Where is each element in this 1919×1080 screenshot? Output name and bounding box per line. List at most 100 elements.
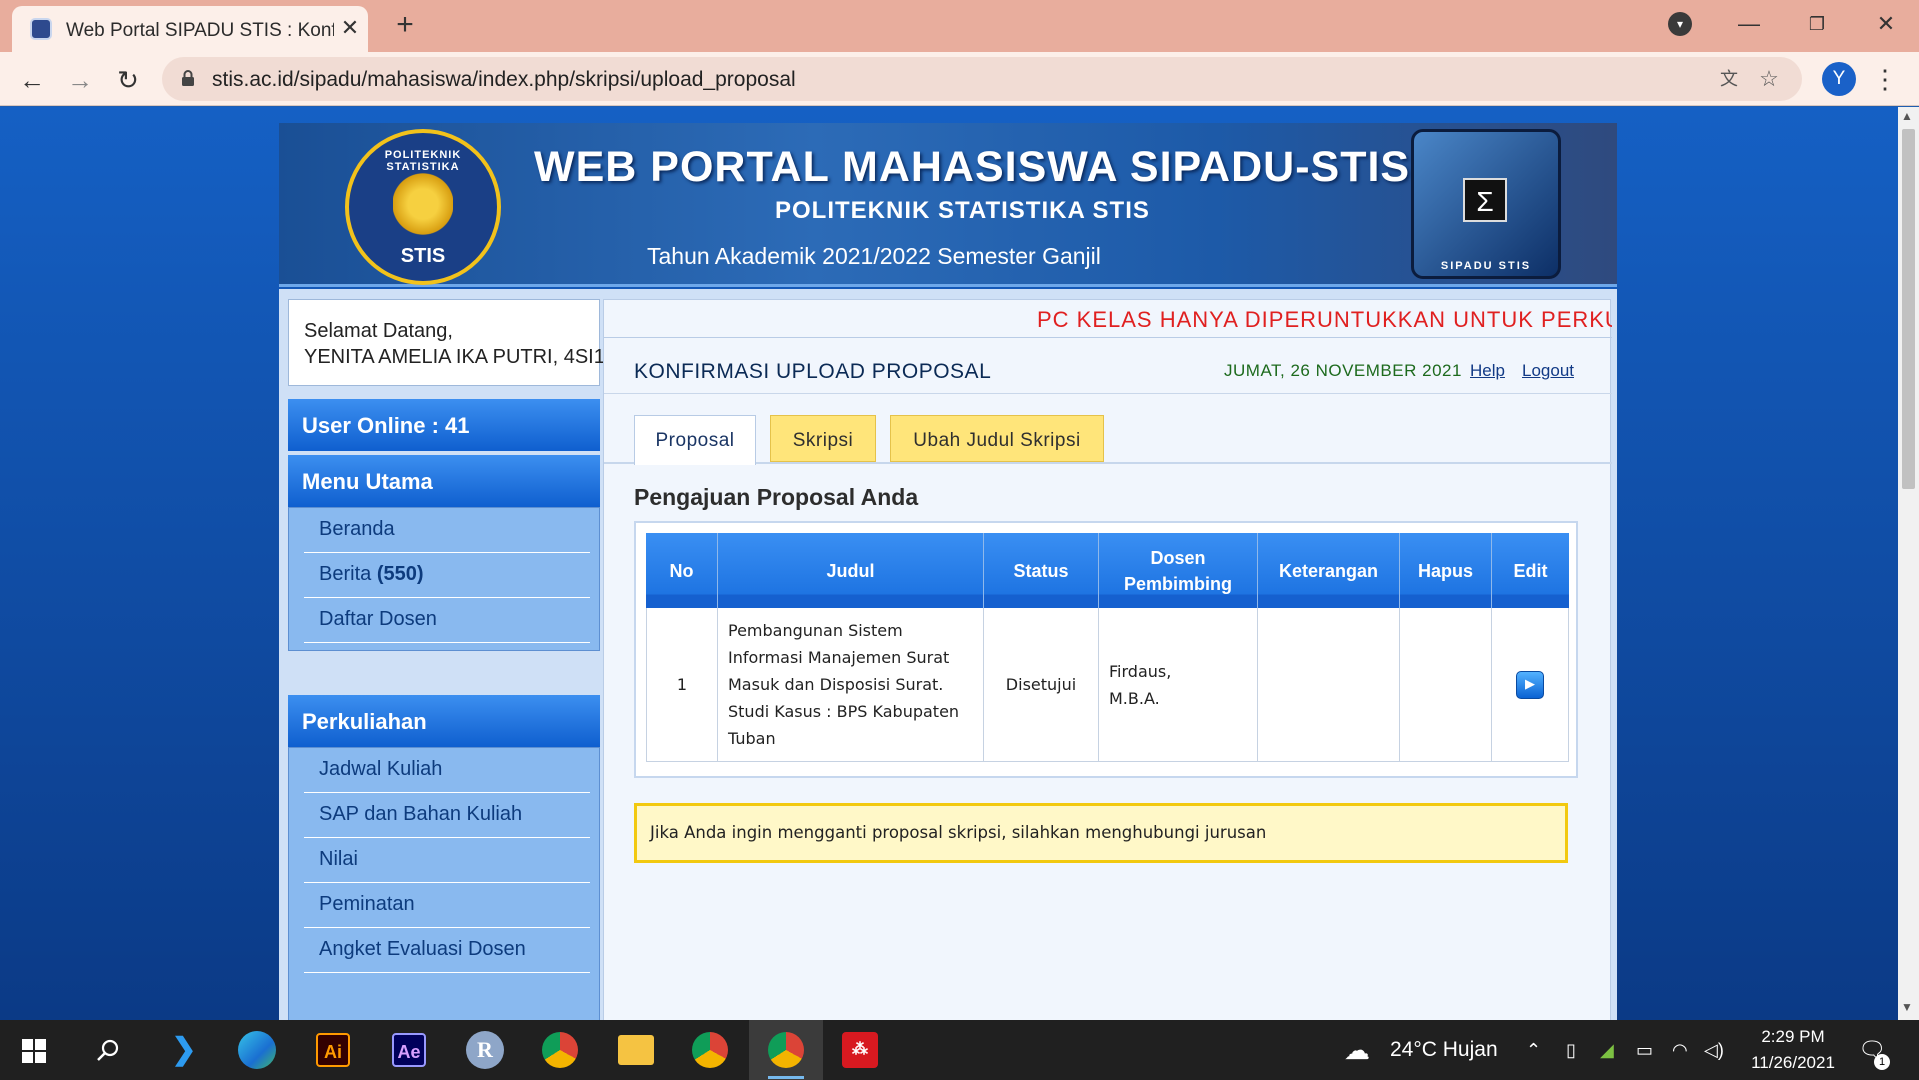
sipadu-favicon-icon <box>30 18 52 40</box>
logout-link[interactable]: Logout <box>1522 361 1574 381</box>
forward-arrow-icon[interactable]: → <box>64 64 96 96</box>
scroll-up-arrow-icon[interactable]: ▲ <box>1901 109 1913 123</box>
menu-utama-header: Menu Utama <box>288 455 600 507</box>
sidebar-item-label: Angket Evaluasi Dosen <box>319 938 526 960</box>
profile-avatar[interactable]: Y <box>1822 62 1856 96</box>
col-header-judul: Judul <box>718 533 984 608</box>
chrome-profile-icon[interactable] <box>692 1032 728 1068</box>
restore-icon[interactable]: ❐ <box>1797 8 1837 40</box>
chrome-icon[interactable] <box>542 1032 578 1068</box>
sidebar-item-daftar-dosen[interactable]: Daftar Dosen <box>304 598 590 643</box>
new-tab-button[interactable]: + <box>390 10 420 40</box>
emblem-icon <box>393 173 453 235</box>
wifi-icon[interactable]: ◠ <box>1672 1020 1688 1080</box>
content-panel: PC KELAS HANYA DIPERUNTUKKAN UNTUK PERKU… <box>603 299 1612 1020</box>
sidebar-item-label: Beranda <box>319 518 395 540</box>
table-cell-dosen: Firdaus, M.B.A. <box>1099 608 1258 762</box>
chevron-up-icon[interactable]: ⌃ <box>1526 1020 1541 1080</box>
mendeley-icon[interactable]: ⁂ <box>842 1032 878 1068</box>
chrome-profile-y-icon[interactable] <box>768 1032 804 1068</box>
tab-skripsi[interactable]: Skripsi <box>770 415 876 462</box>
sidebar-item-sap[interactable]: SAP dan Bahan Kuliah <box>304 793 590 838</box>
tab-title: Web Portal SIPADU STIS : Konfirm <box>66 20 334 41</box>
proposal-table: No Judul Status Dosen Pembimbing Keteran… <box>634 521 1578 778</box>
logo-ring-text: POLITEKNIK STATISTIKA <box>384 149 462 173</box>
lock-icon <box>182 70 194 86</box>
ticker-text: PC KELAS HANYA DIPERUNTUKKAN UNTUK PERKU… <box>1037 307 1612 332</box>
back-arrow-icon[interactable]: ← <box>16 64 48 96</box>
page-viewport: POLITEKNIK STATISTIKA STIS WEB PORTAL MA… <box>0 107 1898 1020</box>
address-bar[interactable]: stis.ac.id/sipadu/mahasiswa/index.php/sk… <box>162 57 1802 101</box>
sigma-icon: Σ <box>1463 178 1507 222</box>
vscode-icon[interactable]: ❯ <box>162 1028 206 1072</box>
current-date: JUMAT, 26 NOVEMBER 2021 <box>1224 361 1462 380</box>
translate-icon[interactable]: 文 <box>1716 66 1742 92</box>
active-app-underline <box>768 1076 804 1079</box>
windows-taskbar: ❯ Ai Ae R ⁂ ☁ 24°C Hujan ⌃ ▯ ◢ ▭ ◠ ◁) 2:… <box>0 1020 1919 1080</box>
help-link[interactable]: Help <box>1470 361 1505 381</box>
table-cell-judul: Pembangunan Sistem Informasi Manajemen S… <box>718 608 984 762</box>
perkuliahan-header: Perkuliahan <box>288 695 600 747</box>
menu-dots-icon[interactable]: ⋮ <box>1872 64 1898 94</box>
tab-proposal[interactable]: Proposal <box>634 415 756 465</box>
search-icon[interactable] <box>96 1038 120 1062</box>
battery-icon[interactable]: ▭ <box>1636 1020 1653 1080</box>
banner-title: WEB PORTAL MAHASISWA SIPADU-STIS <box>534 143 1411 191</box>
sidebar-item-nilai[interactable]: Nilai <box>304 838 590 883</box>
col-header-no: No <box>646 533 718 608</box>
table-cell-no: 1 <box>646 608 718 762</box>
edge-icon[interactable] <box>238 1031 276 1069</box>
info-notice: Jika Anda ingin mengganti proposal skrip… <box>634 803 1568 863</box>
announcement-ticker: PC KELAS HANYA DIPERUNTUKKAN UNTUK PERKU… <box>604 300 1612 338</box>
notification-icon[interactable]: 🗨 <box>1858 1020 1886 1080</box>
system-clock[interactable]: 2:29 PM 11/26/2021 <box>1743 1024 1843 1076</box>
scroll-thumb[interactable] <box>1902 129 1915 489</box>
r-icon[interactable]: R <box>466 1031 504 1069</box>
close-window-icon[interactable]: ✕ <box>1866 8 1906 40</box>
table-cell-edit: ▶ <box>1492 608 1569 762</box>
sidebar-item-angket[interactable]: Angket Evaluasi Dosen <box>304 928 590 973</box>
edit-icon[interactable]: ▶ <box>1516 670 1544 699</box>
table-cell-hapus <box>1400 608 1492 762</box>
sidebar-item-beranda[interactable]: Beranda <box>304 508 590 553</box>
url-text: stis.ac.id/sipadu/mahasiswa/index.php/sk… <box>212 68 796 91</box>
sidebar-item-berita[interactable]: Berita (550) <box>304 553 590 598</box>
table-cell-status: Disetujui <box>984 608 1099 762</box>
volume-icon[interactable]: ◁) <box>1704 1020 1724 1080</box>
tab-search-icon[interactable]: ▾ <box>1668 12 1692 36</box>
sidebar-item-label: Daftar Dosen <box>319 608 437 630</box>
star-icon[interactable]: ☆ <box>1756 66 1782 92</box>
nvidia-icon[interactable]: ◢ <box>1600 1020 1614 1080</box>
browser-tab-bar: Web Portal SIPADU STIS : Konfirm ✕ + ▾ —… <box>0 0 1919 52</box>
col-header-status: Status <box>984 533 1099 608</box>
after-effects-icon[interactable]: Ae <box>392 1033 426 1067</box>
sidebar-item-peminatan[interactable]: Peminatan <box>304 883 590 928</box>
menu-utama-panel: Beranda Berita (550) Daftar Dosen <box>288 507 600 651</box>
sidebar-item-jadwal-kuliah[interactable]: Jadwal Kuliah <box>304 748 590 793</box>
scroll-down-arrow-icon[interactable]: ▼ <box>1901 1000 1913 1014</box>
device-icon[interactable]: ▯ <box>1566 1020 1576 1080</box>
sidebar-item-label: SAP dan Bahan Kuliah <box>319 803 523 825</box>
col-header-keterangan: Keterangan <box>1258 533 1400 608</box>
sidebar-item-label: Jadwal Kuliah <box>319 758 443 780</box>
tab-close-icon[interactable]: ✕ <box>338 16 362 40</box>
tab-ubah-judul-skripsi[interactable]: Ubah Judul Skripsi <box>890 415 1104 462</box>
main-container: Selamat Datang, YENITA AMELIA IKA PUTRI,… <box>279 289 1617 1020</box>
weather-icon[interactable]: ☁ <box>1344 1020 1370 1080</box>
page-scrollbar[interactable]: ▲ ▼ <box>1898 107 1919 1020</box>
windows-start-icon[interactable] <box>22 1039 46 1063</box>
notification-count: 1 <box>1874 1054 1890 1070</box>
berita-count: (550) <box>376 563 424 585</box>
browser-toolbar: ← → ↻ stis.ac.id/sipadu/mahasiswa/index.… <box>0 52 1919 106</box>
col-header-edit: Edit <box>1492 533 1569 608</box>
illustrator-icon[interactable]: Ai <box>316 1033 350 1067</box>
minimize-icon[interactable]: — <box>1729 8 1769 40</box>
file-explorer-icon[interactable] <box>618 1035 654 1065</box>
reload-icon[interactable]: ↻ <box>112 64 144 96</box>
browser-tab[interactable]: Web Portal SIPADU STIS : Konfirm ✕ <box>12 6 368 52</box>
sipadu-box-logo: Σ SIPADU STIS <box>1411 129 1561 279</box>
academic-year: Tahun Akademik 2021/2022 Semester Ganjil <box>647 243 1101 269</box>
sidebar-item-label: Nilai <box>319 848 358 870</box>
weather-text[interactable]: 24°C Hujan <box>1390 1020 1498 1080</box>
sidebar-item-label: Peminatan <box>319 893 415 915</box>
